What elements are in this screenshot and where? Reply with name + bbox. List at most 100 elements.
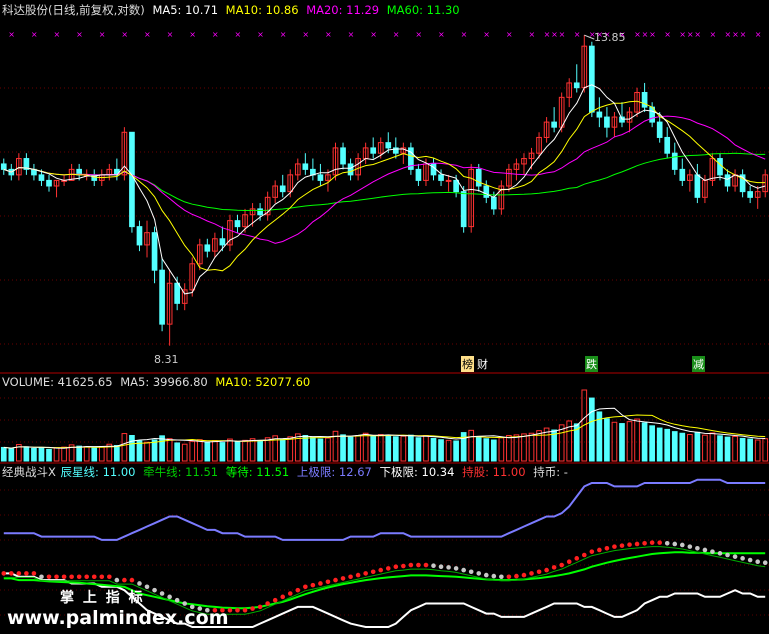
volume-bar-23	[174, 442, 181, 462]
candle-body-64	[483, 185, 490, 198]
candle-body-96	[724, 174, 731, 187]
volume-bar-37	[279, 438, 286, 462]
volume-bar-16	[121, 433, 128, 462]
signal-cross-19: ×	[144, 30, 151, 39]
indicator-dot-5	[39, 574, 44, 580]
volume-bar-64	[483, 438, 490, 462]
ma10-line	[3, 100, 766, 272]
indicator-dot-94	[710, 549, 715, 554]
volume-bar-50	[377, 434, 384, 462]
candle-body-59	[445, 179, 452, 182]
signal-cross-61: ×	[461, 30, 468, 39]
volume-bar-0	[0, 446, 7, 462]
indicator-dot-93	[702, 547, 708, 553]
signal-cross-43: ×	[325, 30, 332, 39]
candle-body-65	[490, 196, 497, 210]
volume-bar-25	[189, 440, 196, 462]
indicator-dot-57	[431, 563, 436, 569]
indicator-dot-34	[257, 604, 263, 610]
ma20-line	[3, 115, 766, 244]
volume-bar-90	[679, 432, 686, 462]
indicator-dot-20	[152, 587, 157, 593]
watermark-title: 掌 上 指 标	[60, 590, 145, 606]
indicator-dot-88	[664, 540, 670, 546]
volume-bar-83	[626, 421, 633, 462]
candle-body-49	[370, 147, 377, 154]
indicator-dot-100	[755, 559, 760, 564]
indicator-dot-90	[679, 542, 685, 548]
indicator-dot-42	[318, 581, 323, 586]
signal-tag-die: 跌	[585, 356, 598, 372]
indicator-dot-6	[46, 574, 52, 580]
indicator-dot-64	[483, 572, 489, 578]
indicator-dot-61	[461, 567, 466, 573]
indicator-dot-82	[619, 543, 625, 548]
ma20-label: MA20: 11.29	[306, 3, 380, 17]
candle-body-63	[475, 168, 482, 187]
signal-cross-1: ×	[8, 30, 15, 39]
signal-cross-37: ×	[280, 30, 287, 39]
shangjixian-label: 上极限: 12.67	[296, 465, 372, 479]
indicator-dot-81	[612, 544, 617, 549]
volume-bar-21	[159, 435, 165, 462]
volume-bar-86	[649, 425, 655, 462]
indicator-dot-32	[242, 607, 248, 613]
indicator-dot-97	[732, 554, 738, 559]
ma60-line	[3, 152, 766, 212]
volume-bar-3	[23, 446, 30, 462]
signal-cross-10: ×	[76, 30, 83, 39]
indicator-dot-68	[514, 573, 519, 579]
volume-bar-67	[506, 435, 512, 462]
signal-cross-28: ×	[212, 30, 219, 39]
candle-body-76	[573, 82, 580, 89]
volume-bar-43	[325, 437, 331, 462]
indicator-dot-43	[325, 579, 331, 585]
volume-bar-7	[53, 447, 60, 462]
indicator-dot-96	[725, 552, 730, 558]
indicator-dot-13	[99, 574, 105, 580]
volume-bar-57	[430, 437, 437, 462]
volume-bar-27	[204, 441, 211, 462]
volume-bar-68	[513, 434, 520, 462]
indicator-dot-54	[408, 562, 414, 568]
indicator-dot-55	[416, 562, 421, 568]
volume-bar-38	[287, 436, 294, 462]
indicator-dot-17	[129, 577, 135, 583]
volume-ma10-label: MA10: 52077.60	[215, 375, 311, 389]
indicator-dot-52	[393, 564, 399, 570]
volume-bar-59	[445, 439, 452, 462]
candle-body-90	[679, 168, 686, 181]
volume-bar-100	[754, 439, 761, 462]
indicator-dot-79	[597, 547, 602, 553]
chibi-label: 持币: -	[533, 465, 568, 479]
volume-bar-62	[468, 429, 475, 462]
volume-bar-72	[543, 427, 550, 462]
signal-cross-34: ×	[257, 30, 264, 39]
signal-cross-4: ×	[31, 30, 38, 39]
indicator-dot-1	[9, 571, 14, 576]
indicator-dot-60	[453, 566, 459, 571]
candle-body-21	[159, 269, 165, 325]
volume-bar-85	[641, 422, 648, 462]
indicator-dot-99	[747, 557, 753, 563]
candle-body-79	[596, 111, 603, 118]
volume-bar-11	[83, 446, 90, 462]
volume-bar-80	[604, 418, 610, 462]
candle-body-31	[234, 220, 241, 228]
volume-bar-18	[136, 440, 143, 462]
volume-bar-96	[724, 436, 731, 462]
indicator-dot-38	[287, 591, 293, 596]
signal-cross-22: ×	[167, 30, 174, 39]
indicator-dot-9	[69, 574, 74, 580]
signal-cross-7: ×	[54, 30, 61, 39]
volume-bar-87	[656, 427, 663, 462]
dengdai-label: 等待: 11.51	[225, 465, 290, 479]
indicator-dot-86	[649, 540, 655, 545]
candle-body-78	[588, 45, 595, 113]
indicator-dot-74	[559, 562, 564, 568]
indicator-dot-33	[250, 606, 255, 611]
volume-bar-60	[453, 440, 459, 462]
indicator-dot-91	[687, 544, 693, 549]
indicator-dot-59	[446, 565, 451, 570]
stock-title: 科达股份(日线,前复权,对数)	[2, 3, 145, 17]
